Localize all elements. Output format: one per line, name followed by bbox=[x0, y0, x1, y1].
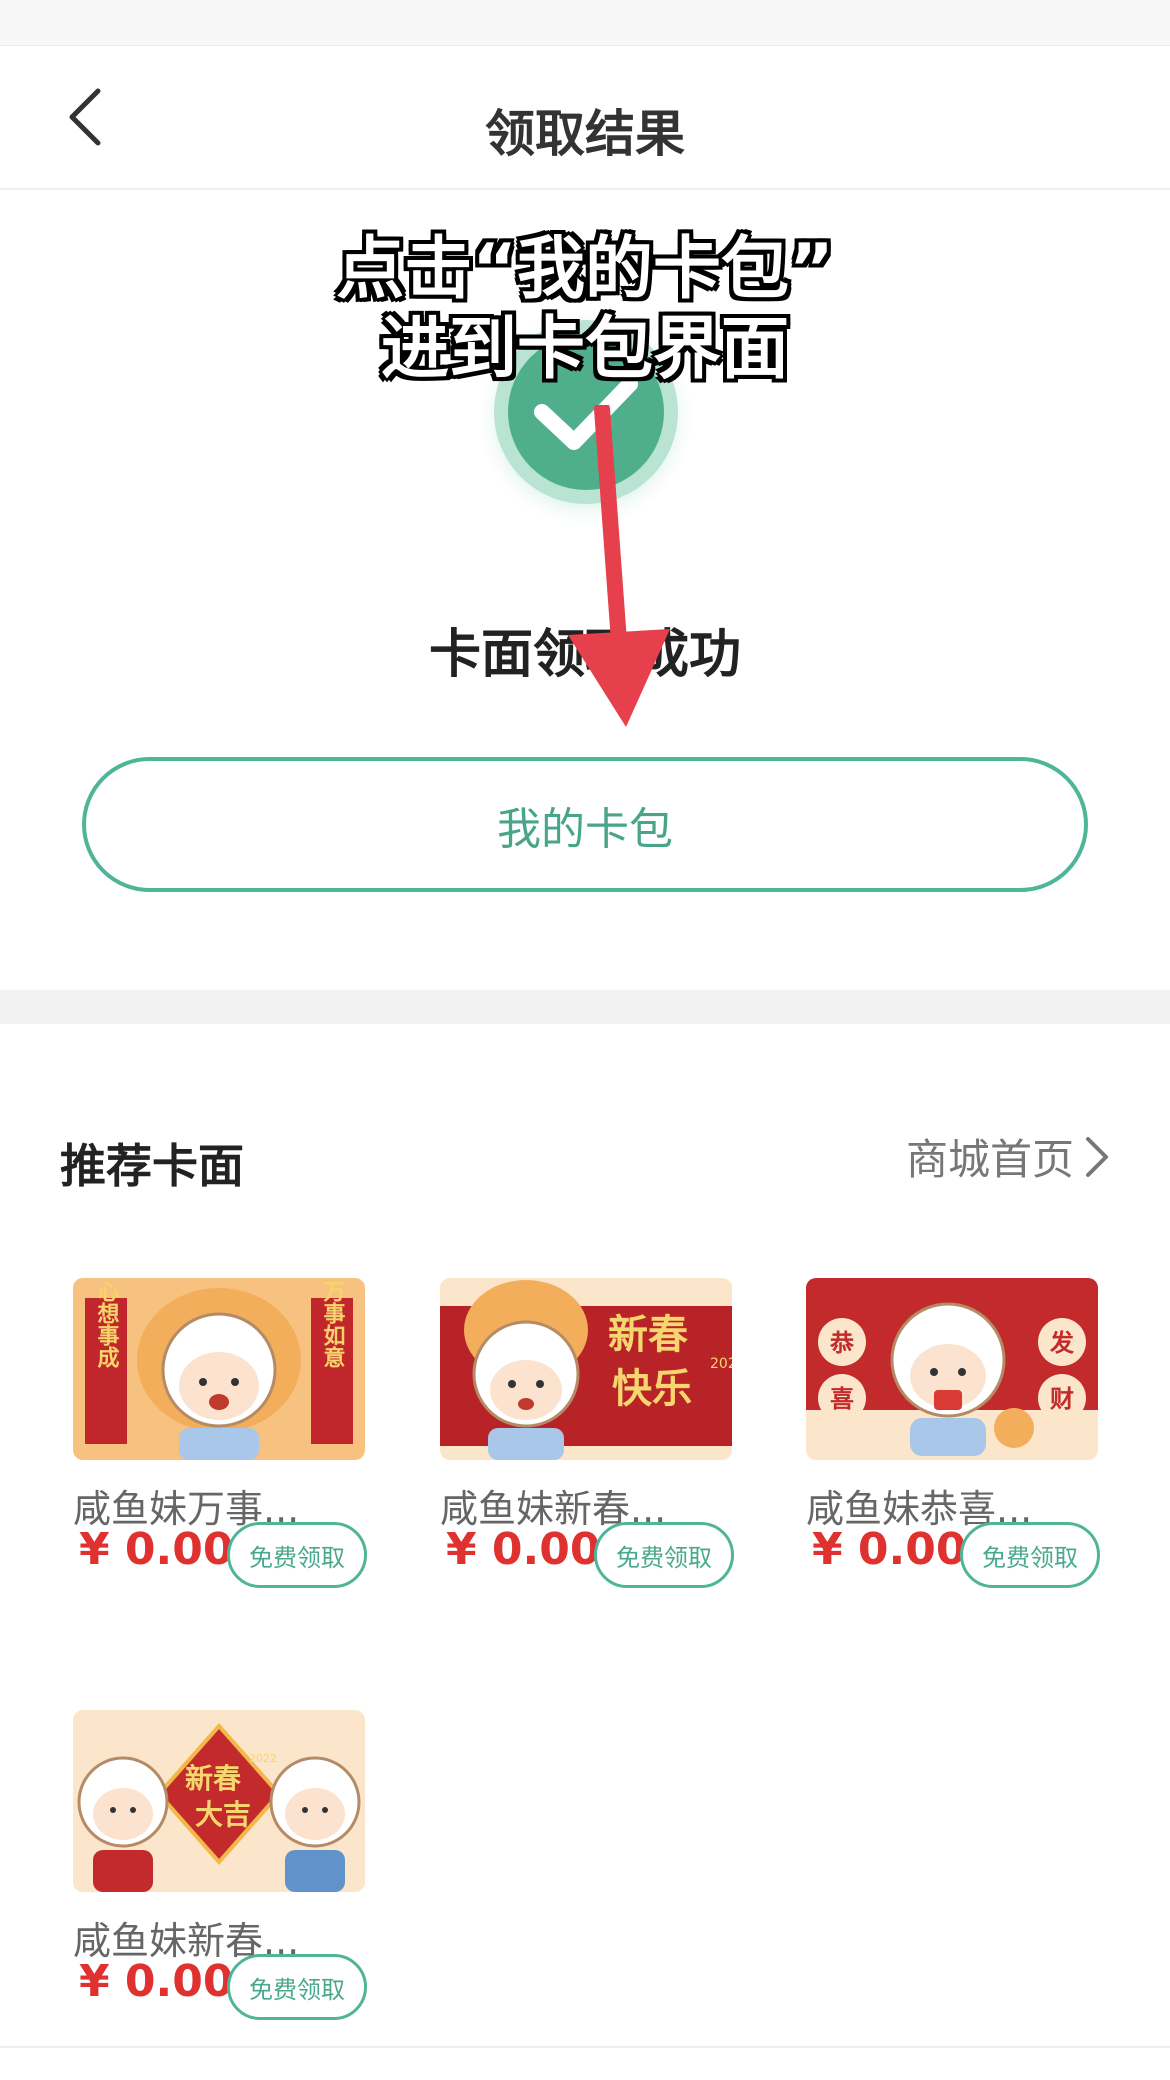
card-art-char: 恭 bbox=[829, 1329, 855, 1357]
card-art-line1: 新春 bbox=[608, 1312, 688, 1358]
tutorial-caption-line1: 点击“我的卡包” bbox=[335, 229, 835, 311]
card-art-line2: 快乐 bbox=[612, 1366, 692, 1412]
mall-home-link[interactable]: 商城首页 bbox=[906, 1126, 1110, 1187]
card-art-left-text: 心想事成 bbox=[94, 1280, 120, 1369]
my-card-wallet-button[interactable]: 我的卡包 bbox=[82, 757, 1088, 892]
card-art-char: 发 bbox=[1049, 1329, 1074, 1357]
success-message: 卡面领取成功 bbox=[428, 625, 741, 685]
status-bar bbox=[0, 0, 1170, 46]
card-art-line2: 大吉 bbox=[195, 1798, 251, 1831]
page-title: 领取结果 bbox=[485, 105, 685, 163]
card-price: ¥ 0.00 bbox=[446, 1524, 601, 1575]
card-price: ¥ 0.00 bbox=[812, 1524, 967, 1575]
card-thumbnail[interactable]: 心想事成 万事如意 bbox=[73, 1278, 365, 1460]
card-art-year: 2022 bbox=[710, 1356, 732, 1372]
free-claim-button[interactable]: 免费领取 bbox=[227, 1954, 367, 2020]
recommend-section-title: 推荐卡面 bbox=[60, 1139, 244, 1193]
card-price: ¥ 0.00 bbox=[79, 1524, 234, 1575]
card-art-line1: 新春 bbox=[185, 1762, 241, 1795]
card-thumbnail[interactable]: 新春 大吉 2022 bbox=[73, 1710, 365, 1892]
free-claim-button[interactable]: 免费领取 bbox=[594, 1522, 734, 1588]
card-art-year: 2022 bbox=[249, 1752, 277, 1765]
card-price: ¥ 0.00 bbox=[79, 1956, 234, 2007]
free-claim-button[interactable]: 免费领取 bbox=[960, 1522, 1100, 1588]
mall-home-label: 商城首页 bbox=[905, 1135, 1074, 1184]
section-divider bbox=[0, 990, 1170, 1024]
card-thumbnail[interactable]: 恭 发 喜 财 bbox=[806, 1278, 1098, 1460]
free-claim-button[interactable]: 免费领取 bbox=[227, 1522, 367, 1588]
card-art-char: 财 bbox=[1050, 1385, 1074, 1413]
bottom-divider bbox=[0, 2046, 1170, 2048]
card-thumbnail[interactable]: 新春 快乐 2022 bbox=[440, 1278, 732, 1460]
success-check-icon bbox=[474, 306, 698, 530]
card-art-char: 喜 bbox=[830, 1385, 854, 1413]
nav-bar: 领取结果 bbox=[0, 46, 1170, 190]
card-art-right-text: 万事如意 bbox=[320, 1280, 347, 1368]
chevron-right-icon bbox=[1086, 1136, 1108, 1177]
